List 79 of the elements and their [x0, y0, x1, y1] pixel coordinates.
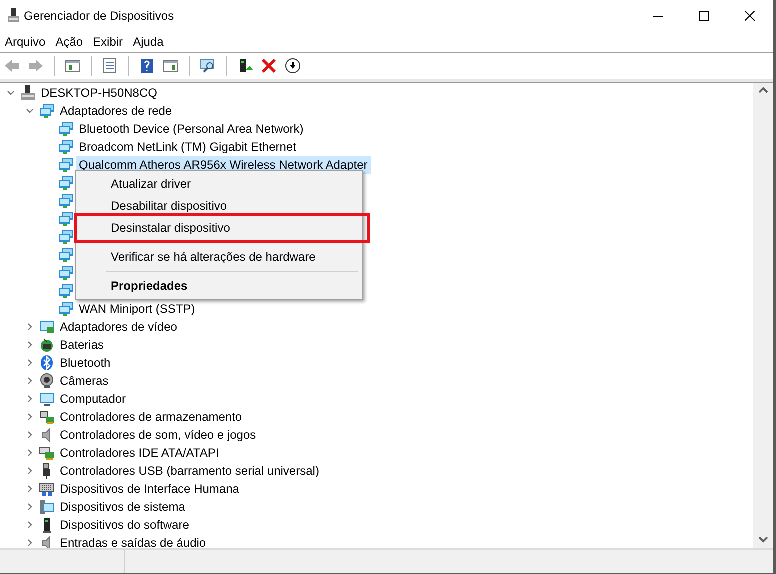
expand-chevron-icon[interactable] [26, 413, 34, 421]
bluetooth-icon [39, 355, 55, 371]
window-title: Gerenciador de Dispositivos [24, 8, 174, 24]
tree-item[interactable]: Bluetooth [57, 354, 114, 372]
tree-item[interactable]: Dispositivos do software [57, 516, 192, 534]
tree-item[interactable]: Câmeras [57, 372, 112, 390]
network-icon [58, 301, 74, 317]
system-devices-icon [39, 499, 55, 515]
tree-item[interactable]: Computador [57, 390, 130, 408]
tree-item[interactable]: Controladores de armazenamento [57, 408, 246, 426]
expand-chevron-icon[interactable] [26, 521, 34, 529]
network-icon [58, 139, 74, 155]
scan-icon[interactable] [200, 58, 216, 74]
menu-item[interactable]: Atualizar driver [76, 173, 362, 195]
expand-chevron-icon[interactable] [26, 467, 34, 475]
expand-chevron-icon[interactable] [26, 503, 34, 511]
display-adapter-icon [39, 319, 55, 335]
tree-item[interactable]: Broadcom NetLink (TM) Gigabit Ethernet [76, 138, 300, 156]
computer-icon [20, 85, 36, 101]
properties-icon[interactable] [102, 58, 118, 74]
help-icon[interactable] [139, 58, 155, 74]
ide-controller-icon [39, 445, 55, 461]
tree-item[interactable]: Controladores USB (barramento serial universal) [57, 462, 322, 480]
battery-icon [39, 337, 55, 353]
console-icon[interactable] [65, 58, 81, 74]
network-icon [58, 121, 74, 137]
network-icon [39, 103, 55, 119]
download-icon[interactable] [285, 58, 301, 74]
menu-item[interactable]: Desinstalar dispositivo [76, 217, 362, 239]
expand-chevron-icon[interactable] [26, 431, 34, 439]
expand-chevron-icon[interactable] [26, 323, 34, 331]
tree-item[interactable]: Dispositivos de Interface Humana [57, 480, 242, 498]
action-pane-icon[interactable] [163, 58, 179, 74]
menu-item[interactable]: Verificar se há alterações de hardware [76, 246, 362, 268]
keyboard-icon [39, 481, 55, 497]
menu-item[interactable]: Desabilitar dispositivo [76, 195, 362, 217]
menu-item[interactable]: Propriedades [76, 275, 362, 297]
menu-item[interactable]: Ação [52, 32, 88, 52]
tree-item[interactable]: Controladores de som, vídeo e jogos [57, 426, 260, 444]
menu-item[interactable]: Arquivo [1, 32, 50, 52]
scroll-up-icon[interactable] [758, 87, 768, 93]
network-icon [58, 193, 74, 209]
network-icon [58, 175, 74, 191]
tree-item[interactable]: Baterias [57, 336, 108, 354]
update-icon[interactable] [237, 58, 253, 74]
collapse-chevron-icon[interactable] [7, 89, 15, 97]
monitor-icon [39, 391, 55, 407]
tree-item[interactable]: DESKTOP-H50N8CQ [38, 84, 160, 102]
close-icon[interactable] [745, 10, 755, 20]
scrollbar[interactable] [753, 83, 773, 548]
tree-item[interactable]: Bluetooth Device (Personal Area Network) [76, 120, 307, 138]
network-icon [58, 265, 74, 281]
tree-item[interactable]: WAN Miniport (SSTP) [76, 300, 198, 318]
tree-item[interactable]: Adaptadores de vídeo [57, 318, 180, 336]
menu-item[interactable]: Exibir [89, 32, 128, 52]
expand-chevron-icon[interactable] [26, 341, 34, 349]
network-icon [58, 247, 74, 263]
expand-chevron-icon[interactable] [26, 395, 34, 403]
tree-item[interactable]: Adaptadores de rede [57, 102, 176, 120]
expand-chevron-icon[interactable] [26, 359, 34, 367]
network-icon [58, 157, 74, 173]
maximize-icon[interactable] [699, 10, 709, 20]
tree-item[interactable]: Controladores IDE ATA/ATAPI [57, 444, 222, 462]
network-icon [58, 229, 74, 245]
network-icon [58, 283, 74, 299]
network-icon [58, 211, 74, 227]
uninstall-icon[interactable] [261, 58, 277, 74]
tree-item[interactable]: Dispositivos de sistema [57, 498, 188, 516]
expand-chevron-icon[interactable] [26, 449, 34, 457]
tree-item[interactable]: Entradas e saídas de áudio [57, 534, 210, 548]
menu-item[interactable]: Ajuda [129, 32, 168, 52]
collapse-chevron-icon[interactable] [26, 107, 34, 115]
scroll-down-icon[interactable] [758, 537, 768, 543]
webcam-icon [39, 373, 55, 389]
app-icon [8, 8, 19, 23]
expand-chevron-icon[interactable] [26, 485, 34, 493]
expand-chevron-icon[interactable] [26, 377, 34, 385]
storage-controller-icon [39, 409, 55, 425]
expand-chevron-icon[interactable] [26, 539, 34, 547]
